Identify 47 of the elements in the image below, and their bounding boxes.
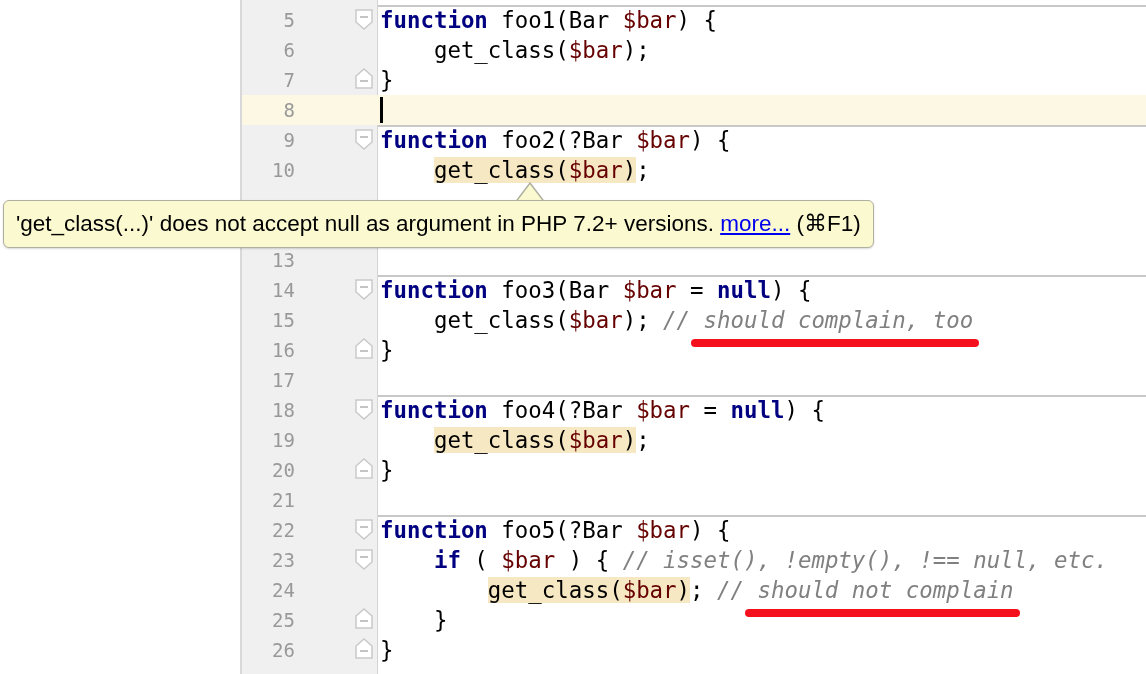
fold-marker-icon[interactable] xyxy=(355,607,373,631)
line-number: 25 xyxy=(271,609,295,631)
fold-marker-icon[interactable] xyxy=(355,637,373,661)
code-line: function foo5(?Bar $bar) { xyxy=(380,517,731,543)
line-number: 17 xyxy=(271,369,295,391)
line-number: 14 xyxy=(271,279,295,301)
line-number: 26 xyxy=(271,639,295,661)
more-link[interactable]: more... xyxy=(720,211,791,236)
fold-marker-icon[interactable] xyxy=(355,67,373,91)
line-number: 20 xyxy=(271,459,295,481)
code-line: get_class($bar); xyxy=(432,37,650,63)
line-number: 6 xyxy=(282,39,295,61)
line-number: 15 xyxy=(271,309,295,331)
code-line: } xyxy=(380,67,394,93)
line-number: 19 xyxy=(271,429,295,451)
line-number: 13 xyxy=(271,249,295,271)
code-line: } xyxy=(380,457,394,483)
code-line: function foo4(?Bar $bar = null) { xyxy=(380,397,825,423)
fold-marker-icon[interactable] xyxy=(355,337,373,361)
line-number: 16 xyxy=(271,339,295,361)
line-number: 10 xyxy=(271,159,295,181)
code-line: if ( $bar ) { // isset(), !empty(), !== null, etc. xyxy=(432,547,1108,573)
code-line: function foo3(Bar $bar = null) { xyxy=(380,277,812,303)
line-number: 9 xyxy=(282,129,295,151)
fold-marker-icon[interactable] xyxy=(355,547,373,571)
tooltip-message: 'get_class(...)' does not accept null as argument in PHP 7.2+ versions. more... (⌘F1) xyxy=(16,211,861,236)
line-number: 21 xyxy=(271,489,295,511)
code-line: get_class($bar); // should complain, too xyxy=(380,307,974,333)
code-line: get_class($bar); // should not complain xyxy=(380,577,1014,603)
line-number: 23 xyxy=(271,549,295,571)
line-number: 7 xyxy=(282,69,295,91)
fold-marker-icon[interactable] xyxy=(355,397,373,421)
line-number: 22 xyxy=(271,519,295,541)
fold-marker-icon[interactable] xyxy=(355,457,373,481)
fold-marker-icon[interactable] xyxy=(355,127,373,151)
code-line: } xyxy=(380,637,394,663)
fold-marker-icon[interactable] xyxy=(355,7,373,31)
code-line: function foo1(Bar $bar) { xyxy=(380,7,718,33)
code-line: } xyxy=(432,607,448,633)
fold-marker-icon[interactable] xyxy=(355,517,373,541)
line-number: 5 xyxy=(282,9,295,31)
code-line: } xyxy=(380,337,394,363)
line-number: 18 xyxy=(271,399,295,421)
line-number: 8 xyxy=(282,99,295,121)
line-number: 24 xyxy=(271,579,295,601)
fold-marker-icon[interactable] xyxy=(355,277,373,301)
code-line: function foo2(?Bar $bar) { xyxy=(380,127,731,153)
